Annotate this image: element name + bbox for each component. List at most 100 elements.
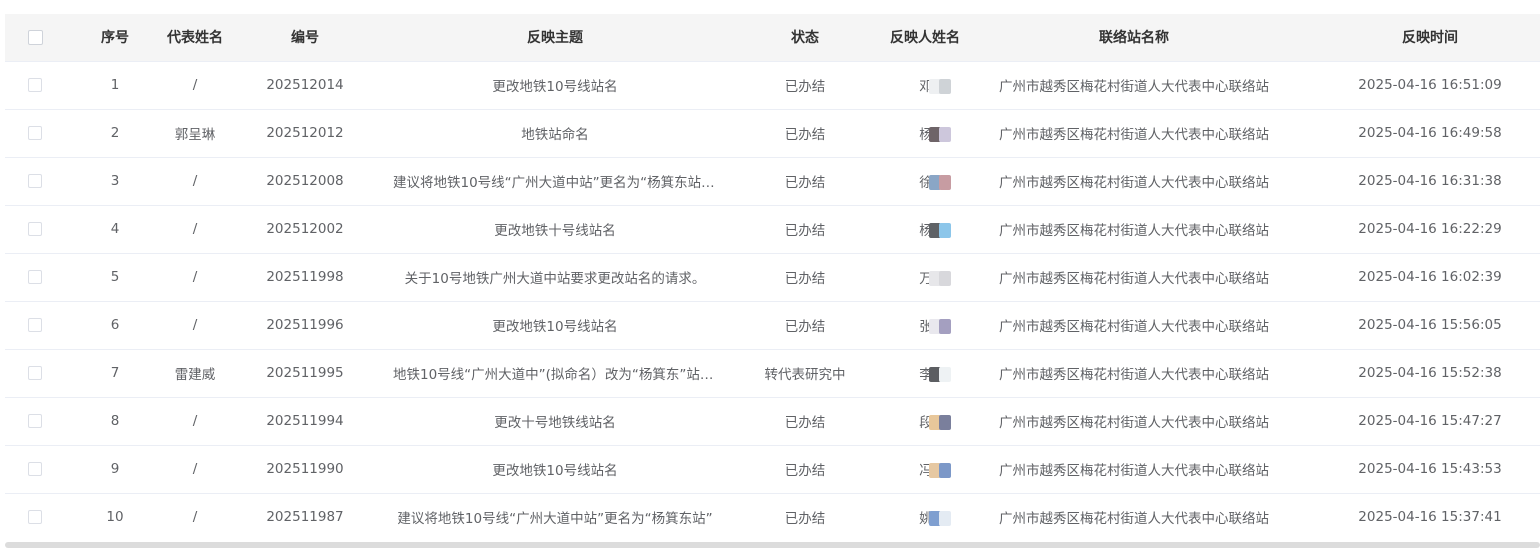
cell-station: 广州市越秀区梅花村街道人大代表中心联络站 <box>999 511 1269 528</box>
cell-topic[interactable]: 更改地铁10号线站名 <box>385 301 725 349</box>
row-select-cell <box>5 493 65 541</box>
cell-number: 202512008 <box>266 173 344 189</box>
name-mosaic <box>929 79 952 94</box>
reporter-name: 张 <box>917 315 952 335</box>
table-row[interactable]: 1 / 202512014 更改地铁10号线站名 已办结 邓 广州市越秀区梅花村街道人大代表… <box>5 61 1540 109</box>
cell-topic[interactable]: 更改地铁十号线站名 <box>385 205 725 253</box>
reporter-name: 段 <box>917 411 952 431</box>
feedback-table: 序号 代表姓名 编号 反映主题 状态 反映人姓名 联络站名称 反映时间 1 / 20… <box>5 14 1540 542</box>
cell-time: 2025-04-16 15:43:53 <box>1358 461 1502 477</box>
row-checkbox[interactable] <box>28 318 42 332</box>
cell-station: 广州市越秀区梅花村街道人大代表中心联络站 <box>999 175 1269 191</box>
row-select-cell <box>5 109 65 157</box>
table-row[interactable]: 4 / 202512002 更改地铁十号线站名 已办结 杨 广州市越秀区梅花村街道人大代表中… <box>5 205 1540 253</box>
table-header: 序号 代表姓名 编号 反映主题 状态 反映人姓名 联络站名称 反映时间 <box>5 14 1540 61</box>
cell-reporter: 邓 <box>885 61 965 109</box>
table-row[interactable]: 6 / 202511996 更改地铁10号线站名 已办结 张 广州市越秀区梅花村街道人大代表… <box>5 301 1540 349</box>
cell-rep-name: / <box>192 509 198 526</box>
cell-rep-name: / <box>192 173 198 189</box>
row-checkbox[interactable] <box>28 510 42 525</box>
table-row[interactable]: 8 / 202511994 更改十号地铁线站名 已办结 段 广州市越秀区梅花村街道人大代表中… <box>5 397 1540 445</box>
table-body: 1/202512014 更改地铁10号线站名 已办结邓广州市越秀区梅花村街道人大代表… <box>5 61 1540 541</box>
header-reporter[interactable]: 反映人姓名 <box>885 14 965 61</box>
cell-time: 2025-04-16 16:31:38 <box>1358 173 1502 189</box>
mosaic-block <box>939 175 952 190</box>
cell-topic[interactable]: 更改地铁10号线站名 <box>385 61 725 109</box>
row-select-cell <box>5 157 65 205</box>
row-checkbox[interactable] <box>28 366 42 380</box>
select-all-header <box>5 14 65 61</box>
row-checkbox[interactable] <box>28 270 42 284</box>
cell-status: 已办结 <box>784 223 826 239</box>
header-status[interactable]: 状态 <box>725 14 885 61</box>
header-number[interactable]: 编号 <box>225 14 385 61</box>
row-select-cell <box>5 301 65 349</box>
cell-station: 广州市越秀区梅花村街道人大代表中心联络站 <box>999 79 1269 95</box>
cell-seq: 5 <box>110 269 120 285</box>
header-topic[interactable]: 反映主题 <box>385 14 725 61</box>
cell-number: 202512014 <box>266 77 344 93</box>
cell-number: 202511990 <box>266 461 344 477</box>
cell-reporter: 姚 <box>885 493 965 541</box>
cell-topic[interactable]: 更改十号地铁线站名 <box>385 397 725 445</box>
name-mosaic <box>929 511 952 527</box>
cell-rep-name: 郭呈琳 <box>174 127 216 143</box>
cell-status: 转代表研究中 <box>764 367 846 383</box>
reporter-name: 冯 <box>917 459 952 479</box>
cell-reporter: 张 <box>885 301 965 349</box>
reporter-name: 杨 <box>917 123 952 143</box>
cell-reporter: 段 <box>885 397 965 445</box>
cell-time: 2025-04-16 15:37:41 <box>1358 509 1502 526</box>
row-checkbox[interactable] <box>28 174 42 188</box>
row-checkbox[interactable] <box>28 222 42 236</box>
table-row[interactable]: 9 / 202511990 更改地铁10号线站名 已办结 冯 广州市越秀区梅花村街道人大代表… <box>5 445 1540 493</box>
header-rep-name[interactable]: 代表姓名 <box>165 14 225 61</box>
cell-station: 广州市越秀区梅花村街道人大代表中心联络站 <box>999 127 1269 143</box>
scrollbar-thumb[interactable] <box>5 542 1540 548</box>
mosaic-block <box>939 415 952 430</box>
header-station[interactable]: 联络站名称 <box>965 14 1303 61</box>
row-checkbox[interactable] <box>28 462 42 476</box>
table-row[interactable]: 3 / 202512008 建议将地铁10号线“广州大道中站”更名为“杨箕东站”。 已办… <box>5 157 1540 205</box>
row-select-cell <box>5 349 65 397</box>
cell-seq: 9 <box>110 461 120 477</box>
row-select-cell <box>5 253 65 301</box>
header-time[interactable]: 反映时间 <box>1303 14 1540 61</box>
table-row[interactable]: 7 雷建威 202511995 地铁10号线“广州大道中”(拟命名）改为“杨箕东”站的… <box>5 349 1540 397</box>
cell-reporter: 冯 <box>885 445 965 493</box>
row-select-cell <box>5 61 65 109</box>
cell-seq: 6 <box>110 317 120 333</box>
cell-topic[interactable]: 地铁10号线“广州大道中”(拟命名）改为“杨箕东”站的… <box>385 349 725 397</box>
select-all-checkbox[interactable] <box>27 29 43 45</box>
cell-rep-name: / <box>192 77 198 93</box>
mosaic-block <box>939 271 952 286</box>
table-row[interactable]: 5 / 202511998 关于10号地铁广州大道中站要求更改站名的请求。 已办结 万 广州… <box>5 253 1540 301</box>
reporter-name: 邓 <box>917 75 952 95</box>
row-checkbox[interactable] <box>28 78 42 92</box>
cell-status: 已办结 <box>784 271 826 287</box>
cell-topic[interactable]: 更改地铁10号线站名 <box>385 445 725 493</box>
cell-topic[interactable]: 地铁站命名 <box>385 109 725 157</box>
cell-topic[interactable]: 建议将地铁10号线“广州大道中站”更名为“杨箕东站”。 <box>385 157 725 205</box>
reporter-name: 万 <box>917 267 952 287</box>
cell-topic[interactable]: 建议将地铁10号线“广州大道中站”更名为“杨箕东站” <box>385 493 725 541</box>
header-seq[interactable]: 序号 <box>65 14 165 61</box>
horizontal-scrollbar[interactable] <box>5 542 1540 551</box>
cell-seq: 10 <box>106 509 124 526</box>
cell-status: 已办结 <box>784 415 826 431</box>
cell-rep-name: 雷建威 <box>174 367 216 383</box>
cell-topic[interactable]: 关于10号地铁广州大道中站要求更改站名的请求。 <box>385 253 725 301</box>
cell-seq: 7 <box>110 365 120 381</box>
cell-status: 已办结 <box>784 511 826 528</box>
cell-station: 广州市越秀区梅花村街道人大代表中心联络站 <box>999 223 1269 239</box>
row-checkbox[interactable] <box>28 126 42 140</box>
row-select-cell <box>5 205 65 253</box>
cell-number: 202511995 <box>266 365 344 381</box>
cell-time: 2025-04-16 16:51:09 <box>1358 77 1502 93</box>
row-checkbox[interactable] <box>28 414 42 428</box>
cell-time: 2025-04-16 15:52:38 <box>1358 365 1502 381</box>
cell-status: 已办结 <box>784 175 826 191</box>
name-mosaic <box>929 463 952 478</box>
table-row[interactable]: 2 郭呈琳 202512012 地铁站命名 已办结 杨 广州市越秀区梅花村街道人大代表中心联… <box>5 109 1540 157</box>
table-row[interactable]: 10 / 202511987 建议将地铁10号线“广州大道中站”更名为“杨箕东站” 已办… <box>5 493 1540 541</box>
